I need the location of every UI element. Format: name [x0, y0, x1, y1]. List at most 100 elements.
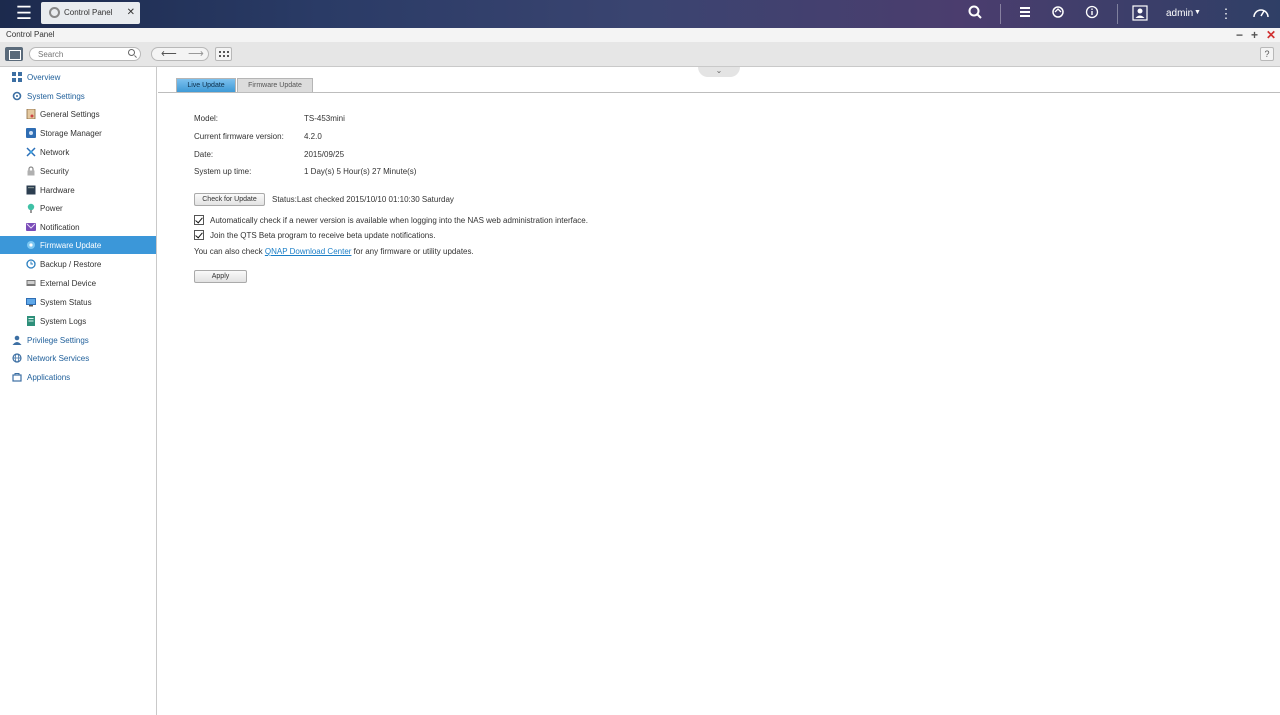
overview-icon — [12, 72, 22, 82]
qnap-download-center-link[interactable]: QNAP Download Center — [265, 247, 352, 256]
sidebar-item-external-device[interactable]: External Device — [0, 274, 156, 292]
sidebar-item-label: Network Services — [27, 354, 90, 363]
sidebar-item-label: Network — [40, 148, 70, 157]
sidebar-item-notification[interactable]: Notification — [0, 218, 156, 236]
auto-check-label: Automatically check if a newer version i… — [210, 216, 588, 225]
user-name[interactable]: admin — [1166, 8, 1193, 19]
search-icon[interactable] — [966, 5, 984, 23]
search-input[interactable] — [29, 47, 141, 61]
chevron-down-icon[interactable]: ▼ — [1194, 9, 1201, 16]
download-center-note: You can also check QNAP Download Center … — [194, 247, 474, 256]
maximize-icon[interactable]: + — [1251, 28, 1258, 42]
sidebar-item-label: System Logs — [40, 317, 87, 326]
back-arrow-icon[interactable]: ⟵ — [161, 48, 177, 60]
app-tab-control-panel[interactable]: Control Panel ✕ — [41, 2, 140, 24]
sidebar-item-power[interactable]: Power — [0, 199, 156, 217]
model-value: TS-453mini — [304, 114, 345, 123]
sidebar-item-label: Power — [40, 204, 63, 213]
gear-icon — [49, 7, 60, 18]
app-tab-label: Control Panel — [64, 8, 113, 17]
divider — [1117, 4, 1118, 24]
sidebar-item-general-settings[interactable]: General Settings — [0, 105, 156, 123]
sidebar-item-privilege-settings[interactable]: Privilege Settings — [0, 331, 156, 349]
network-icon — [26, 147, 36, 157]
apply-button[interactable]: Apply — [194, 270, 247, 283]
gear-icon — [12, 91, 22, 101]
chevron-down-icon[interactable]: ⌄ — [698, 67, 740, 77]
close-window-icon[interactable]: ✕ — [1266, 28, 1276, 42]
date-label: Date: — [194, 150, 214, 159]
user-icon — [12, 335, 22, 345]
check-for-update-button[interactable]: Check for Update — [194, 193, 265, 206]
firmware-version-label: Current firmware version: — [194, 132, 284, 141]
sidebar-item-storage-manager[interactable]: Storage Manager — [0, 124, 156, 142]
sidebar-item-label: System Status — [40, 298, 92, 307]
sidebar-item-label: Privilege Settings — [27, 336, 89, 345]
divider — [1000, 4, 1001, 24]
help-button[interactable]: ? — [1260, 47, 1274, 61]
uptime-value: 1 Day(s) 5 Hour(s) 27 Minute(s) — [304, 167, 417, 176]
sidebar-item-network[interactable]: Network — [0, 143, 156, 161]
beta-program-checkbox[interactable] — [194, 230, 204, 240]
general-settings-icon — [26, 109, 36, 119]
notification-icon — [26, 223, 36, 231]
power-icon — [27, 203, 35, 213]
note-prefix: You can also check — [194, 247, 265, 256]
sync-icon[interactable] — [1049, 5, 1067, 23]
storage-icon — [26, 128, 36, 138]
sidebar-item-label: Overview — [27, 73, 61, 82]
forward-arrow-icon[interactable]: ⟶ — [188, 48, 204, 60]
beta-program-label: Join the QTS Beta program to receive bet… — [210, 231, 436, 240]
sidebar-item-overview[interactable]: Overview — [0, 68, 156, 86]
sidebar-item-label: Hardware — [40, 186, 75, 195]
top-bar: ☰ Control Panel ✕ admin ▼ ⋮ — [0, 0, 1280, 28]
update-status: Status:Last checked 2015/10/10 01:10:30 … — [272, 195, 454, 204]
model-label: Model: — [194, 114, 219, 123]
window-title: Control Panel — [6, 30, 55, 39]
minimize-icon[interactable]: − — [1236, 28, 1243, 42]
sidebar-item-network-services[interactable]: Network Services — [0, 349, 156, 367]
tab-firmware-update[interactable]: Firmware Update — [237, 78, 313, 92]
uptime-label: System up time: — [194, 167, 252, 176]
auto-check-checkbox[interactable] — [194, 215, 204, 225]
sidebar-item-label: Backup / Restore — [40, 260, 102, 269]
sidebar-item-system-logs[interactable]: System Logs — [0, 312, 156, 330]
firmware-icon — [27, 241, 35, 249]
dashboard-icon[interactable] — [1251, 5, 1271, 23]
sidebar-item-label: Notification — [40, 223, 80, 232]
stack-icon[interactable] — [1016, 5, 1034, 23]
user-icon[interactable] — [1131, 5, 1149, 23]
applications-icon — [12, 373, 22, 382]
date-value: 2015/09/25 — [304, 150, 345, 159]
system-logs-icon — [27, 316, 35, 326]
sidebar-toggle-button[interactable] — [5, 47, 23, 61]
close-icon[interactable]: ✕ — [127, 7, 135, 18]
sidebar: Overview System Settings General Setting… — [0, 67, 157, 715]
main-content: ⌄ Live Update Firmware Update Model: TS-… — [158, 67, 1280, 715]
sidebar-item-label: Firmware Update — [40, 241, 102, 250]
tab-live-update[interactable]: Live Update — [176, 78, 236, 92]
sidebar-item-label: General Settings — [40, 110, 100, 119]
menu-icon[interactable]: ☰ — [14, 4, 34, 24]
sidebar-item-firmware-update[interactable]: Firmware Update — [0, 236, 156, 254]
note-suffix: for any firmware or utility updates. — [351, 247, 474, 256]
sidebar-item-backup-restore[interactable]: Backup / Restore — [0, 255, 156, 273]
sidebar-item-applications[interactable]: Applications — [0, 368, 156, 386]
sidebar-item-system-status[interactable]: System Status — [0, 293, 156, 311]
firmware-version-value: 4.2.0 — [304, 132, 322, 141]
sidebar-item-hardware[interactable]: Hardware — [0, 181, 156, 199]
sidebar-item-label: External Device — [40, 279, 97, 288]
hardware-icon — [26, 185, 36, 195]
sidebar-item-security[interactable]: Security — [0, 162, 156, 180]
grid-view-button[interactable] — [215, 47, 232, 61]
info-icon[interactable] — [1083, 5, 1101, 23]
system-status-icon — [26, 298, 36, 307]
search-icon[interactable] — [128, 49, 135, 56]
external-device-icon — [26, 280, 36, 286]
more-icon[interactable]: ⋮ — [1217, 5, 1235, 23]
backup-icon — [26, 259, 36, 269]
sidebar-item-system-settings[interactable]: System Settings — [0, 87, 156, 105]
lock-icon — [27, 166, 35, 176]
window-title-bar: Control Panel − + ✕ — [0, 28, 1280, 42]
sidebar-item-label: Storage Manager — [40, 129, 102, 138]
